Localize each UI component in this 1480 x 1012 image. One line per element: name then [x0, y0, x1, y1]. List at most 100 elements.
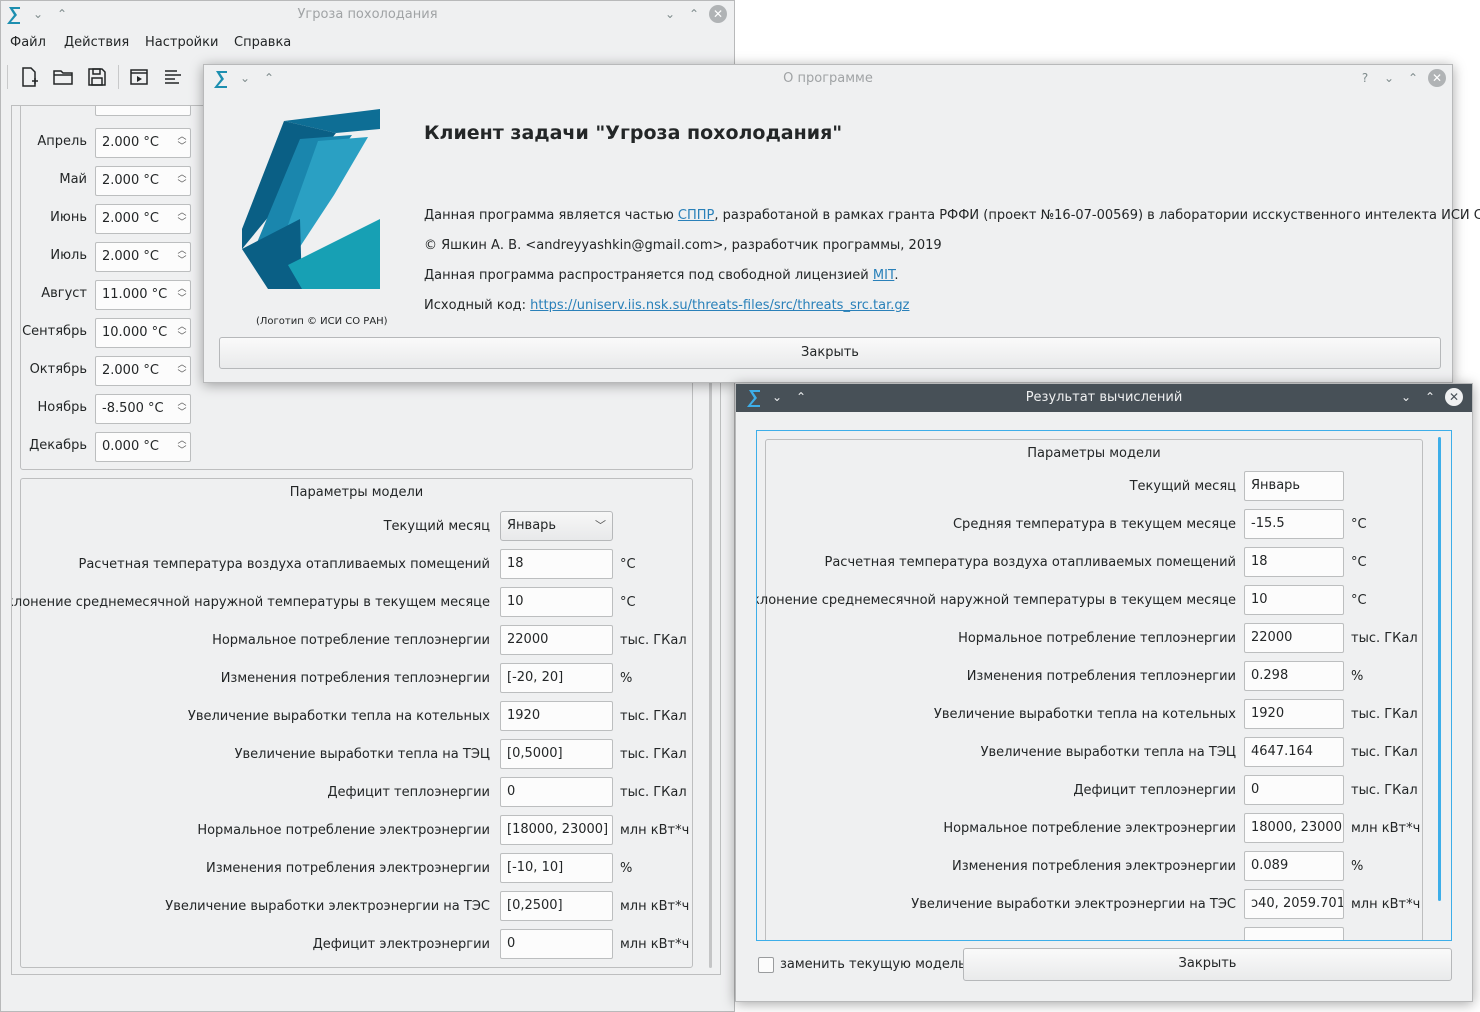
maximize-icon[interactable]: ⌃ [1404, 69, 1422, 87]
sppr-link[interactable]: СППР [678, 208, 714, 223]
month-temperature-value: 2.000 °C [102, 249, 159, 264]
result-value-field: 0.089 [1244, 851, 1344, 881]
minimize-icon[interactable]: ⌄ [1380, 69, 1398, 87]
month-label: Апрель [37, 134, 87, 149]
menu-help[interactable]: Справка [234, 35, 291, 50]
param-input[interactable]: 0 [500, 929, 613, 959]
param-label: Изменения потребления теплоэнергии [220, 671, 490, 686]
param-unit: % [620, 671, 633, 686]
result-value-field: 18000, 23000] [1244, 813, 1344, 843]
result-label: Увеличение выработки тепла на котельных [933, 707, 1236, 722]
close-icon[interactable]: ✕ [1445, 388, 1463, 406]
result-unit: °C [1351, 555, 1367, 570]
maximize-icon[interactable]: ⌃ [1421, 388, 1439, 406]
result-label: Дефицит теплоэнергии [1073, 783, 1236, 798]
close-icon[interactable]: ✕ [1428, 69, 1446, 87]
help-icon[interactable]: ? [1356, 69, 1374, 87]
result-unit: тыс. ГКал [1351, 707, 1418, 722]
month-temperature-spinbox[interactable]: 2.000 °C ︿ ﹀ [95, 356, 191, 386]
result-label: Средняя температура в текущем месяце [952, 517, 1236, 532]
month-label: Июнь [50, 210, 87, 225]
param-label: Изменения потребления электроэнергии [205, 861, 490, 876]
month-spin-partial[interactable] [95, 106, 191, 116]
result-label: Нормальное потребление электроэнергии [943, 821, 1236, 836]
result-label: Изменения потребления теплоэнергии [966, 669, 1236, 684]
param-input[interactable]: [-10, 10] [500, 853, 613, 883]
month-temperature-value: 2.000 °C [102, 211, 159, 226]
result-close-button[interactable]: Закрыть [963, 948, 1452, 981]
menu-actions[interactable]: Действия [64, 35, 129, 50]
open-folder-icon[interactable] [51, 65, 75, 89]
result-label: Расчетная температура воздуха отапливаем… [824, 555, 1236, 570]
param-unit: % [620, 861, 633, 876]
result-unit: °C [1351, 593, 1367, 608]
spin-arrows-icon: ︿ ﹀ [177, 170, 187, 190]
param-input[interactable]: [18000, 23000] [500, 815, 613, 845]
month-temperature-value: -8.500 °C [102, 401, 164, 416]
month-temperature-spinbox[interactable]: 2.000 °C ︿ ﹀ [95, 166, 191, 196]
param-unit: млн кВт*ч [620, 937, 690, 952]
result-scrollbar[interactable] [1438, 437, 1441, 901]
minimize-icon[interactable]: ⌄ [1397, 388, 1415, 406]
replace-model-checkbox[interactable] [758, 957, 774, 973]
param-unit: млн кВт*ч [620, 899, 690, 914]
result-unit: % [1351, 859, 1364, 874]
month-temperature-spinbox[interactable]: 10.000 °C ︿ ﹀ [95, 318, 191, 348]
run-icon[interactable] [127, 65, 151, 89]
result-unit: тыс. ГКал [1351, 745, 1418, 760]
param-input[interactable]: 10 [500, 587, 613, 617]
maximize-icon[interactable]: ⌃ [685, 5, 703, 23]
month-temperature-spinbox[interactable]: 11.000 °C ︿ ﹀ [95, 280, 191, 310]
mit-link[interactable]: MIT [873, 268, 894, 283]
month-temperature-value: 2.000 °C [102, 135, 159, 150]
param-input[interactable]: 0 [500, 777, 613, 807]
toolbar-separator [118, 65, 119, 89]
result-title: Результат вычислений [1025, 390, 1183, 405]
param-input[interactable]: [0,5000] [500, 739, 613, 769]
month-temperature-spinbox[interactable]: -8.500 °C ︿ ﹀ [95, 394, 191, 424]
month-temperature-spinbox[interactable]: 2.000 °C ︿ ﹀ [95, 128, 191, 158]
spin-arrows-icon: ︿ ﹀ [177, 360, 187, 380]
param-unit: тыс. ГКал [620, 633, 687, 648]
chevron-down-icon: ﹀ [595, 519, 606, 532]
new-file-icon[interactable] [17, 65, 41, 89]
result-unit: % [1351, 669, 1364, 684]
about-close-button[interactable]: Закрыть [219, 337, 1441, 369]
minimize-icon[interactable]: ⌄ [661, 5, 679, 23]
month-temperature-spinbox[interactable]: 0.000 °C ︿ ﹀ [95, 432, 191, 462]
save-icon[interactable] [85, 65, 109, 89]
about-dialog: ⌄ ⌃ О программе ? ⌄ ⌃ ✕ (Логотип © ИСИ С… [203, 64, 1480, 383]
current-month-combo[interactable]: Январь ﹀ [500, 511, 613, 541]
result-unit: тыс. ГКал [1351, 631, 1418, 646]
menu-settings[interactable]: Настройки [145, 35, 218, 50]
param-label: Увеличение выработки тепла на котельных [187, 709, 490, 724]
month-label: Октябрь [29, 362, 87, 377]
result-value-field: 1920 [1244, 699, 1344, 729]
source-code-link[interactable]: https://uniserv.iis.nsk.su/threats-files… [530, 298, 909, 313]
result-value-field: 0.298 [1244, 661, 1344, 691]
about-line-3: Данная программа распространяется под св… [424, 268, 898, 283]
result-titlebar: ⌄ ⌃ Результат вычислений ⌄ ⌃ ✕ [736, 384, 1472, 412]
param-input[interactable]: 22000 [500, 625, 613, 655]
month-label: Декабрь [29, 438, 87, 453]
about-titlebar: ⌄ ⌃ О программе ? ⌄ ⌃ ✕ [204, 65, 1452, 93]
align-text-icon[interactable] [161, 65, 185, 89]
param-input[interactable]: 18 [500, 549, 613, 579]
month-temperature-value: 10.000 °C [102, 325, 168, 340]
result-label: Изменения потребления электроэнергии [951, 859, 1236, 874]
param-input[interactable]: 1920 [500, 701, 613, 731]
close-icon[interactable]: ✕ [709, 5, 727, 23]
param-input[interactable]: [0,2500] [500, 891, 613, 921]
param-label: Увеличение выработки электроэнергии на Т… [165, 899, 490, 914]
params-group-title: Параметры модели [289, 485, 424, 500]
param-input[interactable]: [-20, 20] [500, 663, 613, 693]
menu-file[interactable]: Файл [10, 35, 46, 50]
current-month-label: Текущий месяц [383, 519, 490, 534]
month-temperature-value: 0.000 °C [102, 439, 159, 454]
month-temperature-spinbox[interactable]: 2.000 °C ︿ ﹀ [95, 204, 191, 234]
about-line-3-text-end: . [894, 268, 899, 283]
month-temperature-spinbox[interactable]: 2.000 °C ︿ ﹀ [95, 242, 191, 272]
main-window-title: Угроза похолодания [297, 7, 438, 22]
spin-arrows-icon: ︿ ﹀ [177, 246, 187, 266]
result-label: Нормальное потребление теплоэнергии [958, 631, 1236, 646]
